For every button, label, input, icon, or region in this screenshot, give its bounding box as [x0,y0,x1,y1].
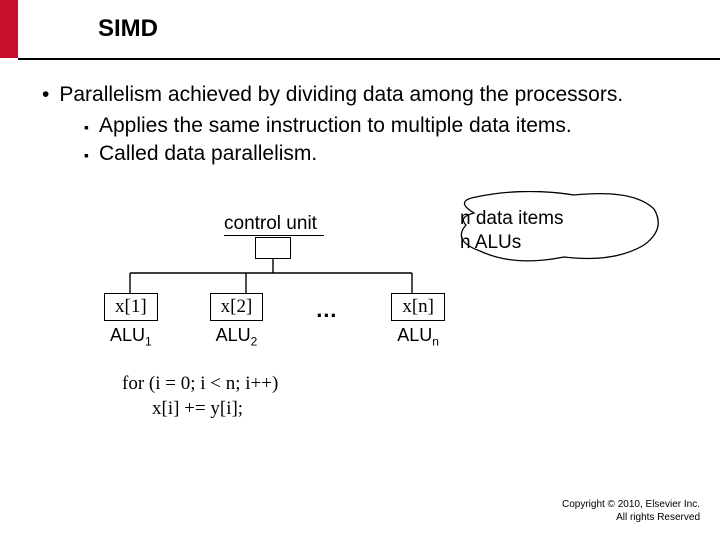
alu-prefix: ALU [397,325,432,345]
alu-item-1: x[1] ALU1 [104,293,158,349]
bullet-level1: • Parallelism achieved by dividing data … [42,82,680,108]
bullet-square-icon: ▪ [84,112,89,139]
bullet-dot-icon: • [42,82,49,108]
alu-row: x[1] ALU1 x[2] ALU2 … x[n] ALUn [104,293,445,349]
code-block: for (i = 0; i < n; i++) x[i] += y[i]; [122,371,278,422]
n-data-line1: n data items [460,207,564,231]
data-box-x2: x[2] [210,293,264,321]
alu-sub: 2 [251,334,258,348]
alu-item-2: x[2] ALU2 [210,293,264,349]
slide-title: SIMD [98,15,720,43]
content: • Parallelism achieved by dividing data … [0,60,720,413]
code-line-1: for (i = 0; i < n; i++) [122,371,278,397]
alu-sub: 1 [145,334,152,348]
slide: SIMD • Parallelism achieved by dividing … [0,0,720,540]
title-wrap: SIMD [18,15,720,43]
alu-item-n: x[n] ALUn [391,293,445,349]
data-box-x1: x[1] [104,293,158,321]
bullet-l2b-text: Called data parallelism. [99,140,317,167]
n-data-block: n data items n ALUs [460,207,564,255]
ellipsis-icon: … [315,293,343,323]
copyright-line1: Copyright © 2010, Elsevier Inc. [562,498,700,511]
bullet-l1-text: Parallelism achieved by dividing data am… [59,82,623,108]
copyright: Copyright © 2010, Elsevier Inc. All righ… [562,498,700,524]
n-data-line2: n ALUs [460,231,564,255]
alu-label-2: ALU2 [210,325,264,349]
alu-prefix: ALU [110,325,145,345]
code-line-2: x[i] += y[i]; [122,396,278,422]
copyright-line2: All rights Reserved [562,511,700,524]
alu-sub: n [432,334,439,348]
bullet-l2a-text: Applies the same instruction to multiple… [99,112,572,139]
bullet-square-icon: ▪ [84,140,89,167]
alu-prefix: ALU [216,325,251,345]
alu-label-n: ALUn [391,325,445,349]
header: SIMD [0,0,720,58]
bullet-level2: ▪ Applies the same instruction to multip… [84,112,680,139]
bullet-level2: ▪ Called data parallelism. [84,140,680,167]
alu-label-1: ALU1 [104,325,158,349]
diagram: control unit n data items n ALUs x[1] [42,213,680,413]
accent-block [0,0,18,58]
data-box-xn: x[n] [391,293,445,321]
